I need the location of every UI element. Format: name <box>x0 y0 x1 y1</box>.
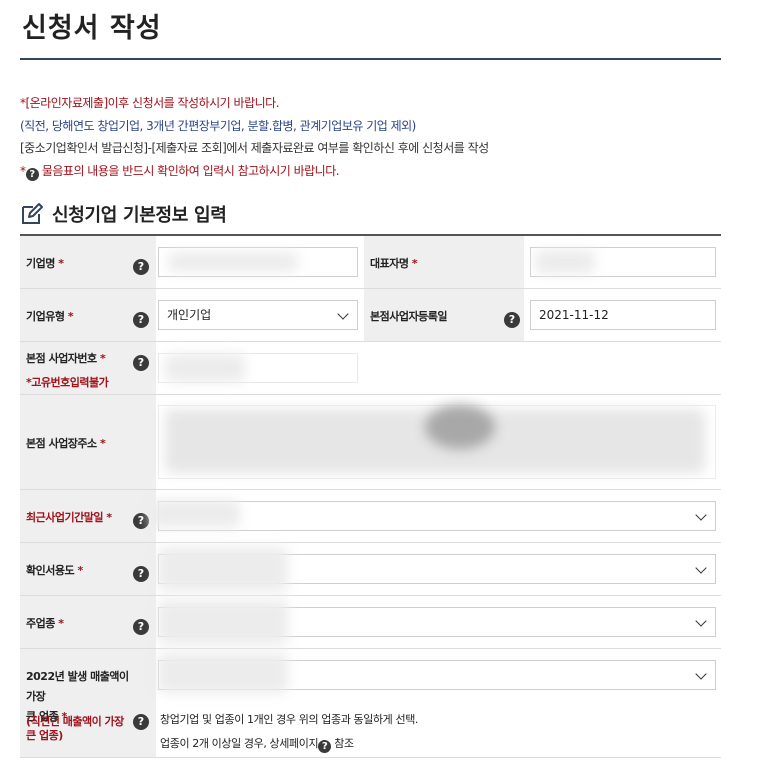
section-title: 신청기업 기본정보 입력 <box>52 205 227 226</box>
section-heading: 신청기업 기본정보 입력 <box>20 200 227 228</box>
redacted-value <box>168 252 298 272</box>
form-row-biz-number: 본점 사업자번호 * *고유번호입력불가 ? <box>20 342 721 395</box>
question-icon: ? <box>133 355 149 371</box>
ceo-name-label: 대표자명 * <box>370 257 418 270</box>
chevron-down-icon <box>695 668 707 680</box>
main-industry-label: 주업종 * <box>26 617 64 630</box>
top-sales-industry-note: (직전년 매출액이 가장 큰 업종) <box>26 715 124 742</box>
question-icon: ? <box>133 513 149 529</box>
question-icon: ? <box>25 167 39 181</box>
chevron-down-icon <box>695 615 707 627</box>
question-icon: ? <box>318 740 332 753</box>
help-button-top-sales[interactable]: ? <box>133 707 151 730</box>
form-row-address: 본점 사업장주소 * <box>20 395 721 490</box>
question-icon: ? <box>133 714 149 730</box>
address-label: 본점 사업장주소 * <box>26 437 106 450</box>
notice-line-1: *[온라인자료제출]이후 신청서를 작성하시기 바랍니다. <box>20 96 280 110</box>
question-icon: ? <box>133 312 149 328</box>
question-icon: ? <box>133 259 149 275</box>
form-row-top-sales-industry: 2022년 발생 매출액이 가장 큰 업종 * (직전년 매출액이 가장 큰 업종… <box>20 649 721 758</box>
company-type-label: 기업유형 * <box>26 310 74 323</box>
form-row-company-name: 기업명 * ? 대표자명 * <box>20 236 721 289</box>
help-button-reg-date[interactable]: ? <box>504 305 522 328</box>
chevron-down-icon <box>337 308 349 320</box>
fiscal-end-select[interactable] <box>158 501 716 531</box>
top-sales-help-1: 창업기업 및 업종이 1개인 경우 위의 업종과 동일하게 선택. <box>160 713 419 726</box>
redacted-value <box>158 653 288 693</box>
redacted-value <box>425 405 495 449</box>
biz-number-label: 본점 사업자번호 * <box>26 352 106 365</box>
notice-line-3: [중소기업확인서 발급신청]-[제출자료 조회]에서 제출자료완료 여부를 확인… <box>20 141 489 155</box>
notice-line-4-text: 물음표의 내용을 반드시 확인하여 입력시 참고하시기 바랍니다. <box>41 163 340 178</box>
biz-number-note: *고유번호입력불가 <box>26 376 109 389</box>
form-row-purpose: 확인서용도 * ? <box>20 543 721 596</box>
form-row-fiscal-end: 최근사업기간말일 * ? <box>20 490 721 543</box>
redacted-value <box>158 600 288 644</box>
redacted-value <box>150 500 240 528</box>
help-button-company-name[interactable]: ? <box>133 252 151 275</box>
notice-block: *[온라인자료제출]이후 신청서를 작성하시기 바랍니다. (직전, 당해연도 … <box>20 92 489 182</box>
redacted-value <box>158 547 288 591</box>
company-type-select[interactable]: 개인기업 <box>158 300 358 330</box>
edit-icon <box>22 203 43 224</box>
form-row-main-industry: 주업종 * ? <box>20 596 721 649</box>
question-icon: ? <box>504 312 520 328</box>
notice-line-2: (직전, 당해연도 창업기업, 3개년 간편장부기업, 분할.합병, 관계기업보… <box>20 118 416 133</box>
redacted-value <box>535 250 595 274</box>
reg-date-input[interactable]: 2021-11-12 <box>530 300 716 330</box>
notice-asterisk: * <box>20 163 26 178</box>
redacted-value <box>165 354 245 382</box>
page-title: 신청서 작성 <box>22 13 162 44</box>
chevron-down-icon <box>695 509 707 521</box>
help-button-main-industry[interactable]: ? <box>133 612 151 635</box>
question-icon: ? <box>133 566 149 582</box>
notice-line-4: *? 물음표의 내용을 반드시 확인하여 입력시 참고하시기 바랍니다. <box>20 160 489 183</box>
company-info-form: 기업명 * ? 대표자명 * 기업유형 * ? 개인기업 본점사업자등록일 ? … <box>20 234 721 758</box>
top-sales-help-2: 업종이 2개 이상일 경우, 상세페이지? 참조 <box>160 737 354 753</box>
help-button-biz-number[interactable]: ? <box>133 348 151 371</box>
help-button-fiscal-end[interactable]: ? <box>133 506 151 529</box>
fiscal-end-label: 최근사업기간말일 * <box>26 511 112 524</box>
purpose-label: 확인서용도 * <box>26 564 83 577</box>
help-button-purpose[interactable]: ? <box>133 559 151 582</box>
question-icon: ? <box>133 619 149 635</box>
help-button-company-type[interactable]: ? <box>133 305 151 328</box>
company-name-label: 기업명 * <box>26 257 64 270</box>
reg-date-label: 본점사업자등록일 <box>370 310 447 323</box>
title-divider <box>20 58 721 60</box>
chevron-down-icon <box>695 562 707 574</box>
company-type-value: 개인기업 <box>167 308 212 322</box>
form-row-company-type: 기업유형 * ? 개인기업 본점사업자등록일 ? 2021-11-12 <box>20 289 721 342</box>
